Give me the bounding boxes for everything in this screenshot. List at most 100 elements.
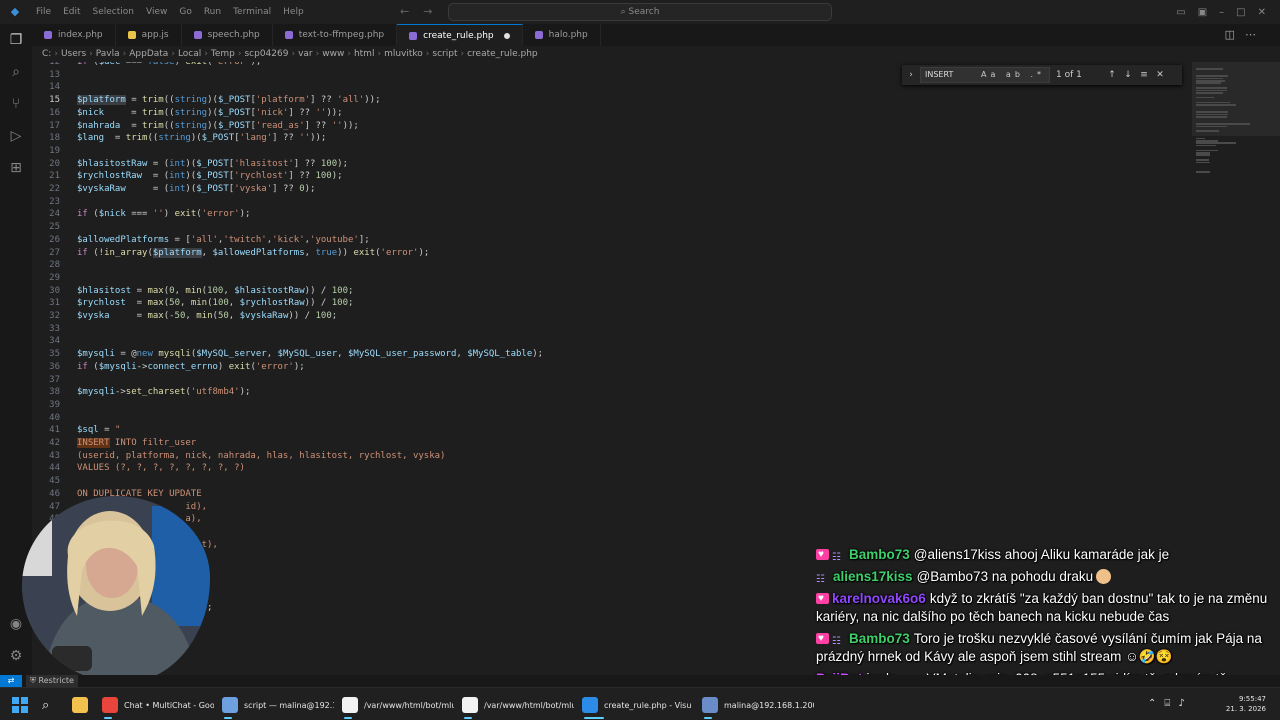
find-in-selection-icon[interactable]: ≡ [1136, 70, 1152, 80]
breadcrumb-item[interactable]: Local [178, 49, 201, 59]
tab-index-php[interactable]: index.php [32, 24, 116, 46]
breadcrumb-item[interactable]: var [298, 49, 313, 59]
taskbar-app[interactable]: malina@192.168.1.200 [702, 695, 814, 715]
breadcrumb-item[interactable]: AppData [129, 49, 168, 59]
panel-icon[interactable]: ▣ [1198, 7, 1207, 18]
breadcrumb-item[interactable]: www [322, 49, 344, 59]
breadcrumb-item[interactable]: html [354, 49, 375, 59]
run-debug-icon[interactable]: ▷ [6, 126, 26, 146]
tab-create-rule-php[interactable]: create_rule.php [397, 24, 523, 46]
close-find-icon[interactable]: ✕ [1152, 70, 1168, 80]
taskbar-app[interactable]: /var/www/html/bot/mlu [342, 695, 454, 715]
chevron-up-icon[interactable]: ⌃ [1148, 698, 1164, 709]
code-line[interactable]: 31 $rychlost = max(50, min(100, $rychlost… [32, 297, 353, 310]
start-button[interactable] [12, 695, 32, 715]
menu-terminal[interactable]: Terminal [227, 7, 277, 17]
menu-edit[interactable]: Edit [57, 7, 86, 17]
split-editor-icon[interactable]: ◫ [1225, 28, 1245, 41]
code-line[interactable]: 35 $mysqli = @new mysqli($MySQL_server, $… [32, 348, 543, 361]
taskbar-app[interactable]: Chat • MultiChat - Goog [102, 695, 214, 715]
code-line[interactable]: 27 if (!in_array($platform, $allowedPlatf… [32, 247, 429, 260]
code-line[interactable]: 15 $platform = trim((string)($_POST['plat… [32, 94, 381, 107]
tab-text-to-ffmpeg-php[interactable]: text-to-ffmpeg.php [273, 24, 398, 46]
previous-match-icon[interactable]: ↑ [1104, 70, 1120, 80]
tab-speech-php[interactable]: speech.php [182, 24, 273, 46]
code-line[interactable]: 26 $allowedPlatforms = ['all','twitch','k… [32, 234, 370, 247]
network-icon[interactable]: ⌸ [1164, 698, 1178, 709]
breadcrumb-item[interactable]: create_rule.php [467, 49, 538, 59]
code-line[interactable]: 13 [32, 69, 77, 82]
more-actions-icon[interactable]: ⋯ [1245, 28, 1266, 41]
breadcrumb-item[interactable]: Users [61, 49, 86, 59]
code-line[interactable]: 23 [32, 196, 77, 209]
code-line[interactable]: 24 if ($nick === '') exit('error'); [32, 208, 250, 221]
taskbar-search-icon[interactable]: ⌕ [42, 695, 62, 715]
code-line[interactable]: 36 if ($mysqli->connect_errno) exit('erro… [32, 361, 305, 374]
toggle-replace-icon[interactable]: › [902, 70, 920, 80]
close-icon[interactable]: ✕ [1258, 7, 1266, 18]
code-line[interactable]: 28 [32, 259, 77, 272]
menu-run[interactable]: Run [198, 7, 227, 17]
taskbar-app[interactable]: /var/www/html/bot/mlu [462, 695, 574, 715]
code-line[interactable]: 17 $nahrada = trim((string)($_POST['read_… [32, 120, 359, 133]
taskbar-app[interactable]: script — malina@192.168 [222, 695, 334, 715]
code-line[interactable]: 19 [32, 145, 77, 158]
maximize-icon[interactable]: □ [1236, 7, 1245, 18]
find-options[interactable]: Aa ab .* [981, 68, 1045, 82]
layout-icon[interactable]: ▭ [1176, 7, 1185, 18]
code-line[interactable]: 20 $hlasitostRaw = (int)($_POST['hlasitos… [32, 158, 348, 171]
code-line[interactable]: 12 if ($dec === false) exit('error'); [32, 62, 261, 69]
breadcrumb-item[interactable]: Temp [211, 49, 235, 59]
code-line[interactable]: 16 $nick = trim((string)($_POST['nick'] ?… [32, 107, 342, 120]
code-line[interactable]: 42 INSERT INTO filtr_user [32, 437, 196, 450]
remote-indicator-icon[interactable]: ⇄ [0, 675, 22, 687]
find-input[interactable]: INSERT Aa ab .* [920, 67, 1050, 83]
tab-app-js[interactable]: app.js [116, 24, 182, 46]
menu-view[interactable]: View [140, 7, 173, 17]
code-line[interactable]: 40 [32, 412, 77, 425]
code-line[interactable]: 30 $hlasitost = max(0, min(100, $hlasitos… [32, 285, 353, 298]
code-line[interactable]: 33 [32, 323, 77, 336]
code-line[interactable]: 41 $sql = " [32, 424, 120, 437]
volume-icon[interactable]: ♪ [1178, 698, 1192, 709]
code-line[interactable]: 39 [32, 399, 77, 412]
code-line[interactable]: 43 (userid, platforma, nick, nahrada, hla… [32, 450, 445, 463]
minimize-icon[interactable]: – [1219, 7, 1224, 18]
code-line[interactable]: 32 $vyska = max(-50, min(50, $vyskaRaw)) … [32, 310, 337, 323]
code-line[interactable]: 18 $lang = trim((string)($_POST['lang'] ?… [32, 132, 326, 145]
search-icon[interactable]: ⌕ [6, 62, 26, 82]
code-line[interactable]: 44 VALUES (?, ?, ?, ?, ?, ?, ?, ?) [32, 462, 245, 475]
breadcrumb-item[interactable]: script [432, 49, 457, 59]
code-line[interactable]: 34 [32, 335, 77, 348]
settings-gear-icon[interactable]: ⚙ [6, 646, 26, 666]
unsaved-dot-icon[interactable] [503, 32, 510, 39]
extensions-icon[interactable]: ⊞ [6, 158, 26, 178]
code-line[interactable]: 45 [32, 475, 77, 488]
code-line[interactable]: 21 $rychlostRaw = (int)($_POST['rychlost'… [32, 170, 342, 183]
tab-halo-php[interactable]: halo.php [523, 24, 601, 46]
menu-help[interactable]: Help [277, 7, 310, 17]
breadcrumb-item[interactable]: Pavla [96, 49, 120, 59]
navigation-arrows[interactable]: ←→ [400, 5, 446, 18]
code-line[interactable]: 38 $mysqli->set_charset('utf8mb4'); [32, 386, 250, 399]
command-center-search[interactable]: ⌕ Search [448, 3, 832, 21]
account-icon[interactable]: ◉ [6, 614, 26, 634]
breadcrumb-item[interactable]: mluvitko [384, 49, 423, 59]
code-line[interactable]: 14 [32, 81, 77, 94]
taskbar-app[interactable]: create_rule.php - Visu [582, 695, 694, 715]
code-line[interactable]: 22 $vyskaRaw = (int)($_POST['vyska'] ?? 0… [32, 183, 315, 196]
next-match-icon[interactable]: ↓ [1120, 70, 1136, 80]
file-explorer-button[interactable] [72, 695, 92, 715]
menu-go[interactable]: Go [173, 7, 197, 17]
breadcrumb-item[interactable]: scp04269 [244, 49, 288, 59]
code-line[interactable]: 37 [32, 374, 77, 387]
code-line[interactable]: 25 [32, 221, 77, 234]
restricted-mode-indicator[interactable]: ⛨ Restricte [26, 675, 78, 687]
explorer-icon[interactable]: ❐ [6, 30, 26, 50]
menu-selection[interactable]: Selection [87, 7, 140, 17]
menu-file[interactable]: File [30, 7, 57, 17]
source-control-icon[interactable]: ⑂ [6, 94, 26, 114]
code-line[interactable]: 29 [32, 272, 77, 285]
breadcrumb-item[interactable]: C: [42, 49, 51, 59]
taskbar-clock[interactable]: 9:55:47 21. 3. 2026 [1226, 694, 1266, 714]
